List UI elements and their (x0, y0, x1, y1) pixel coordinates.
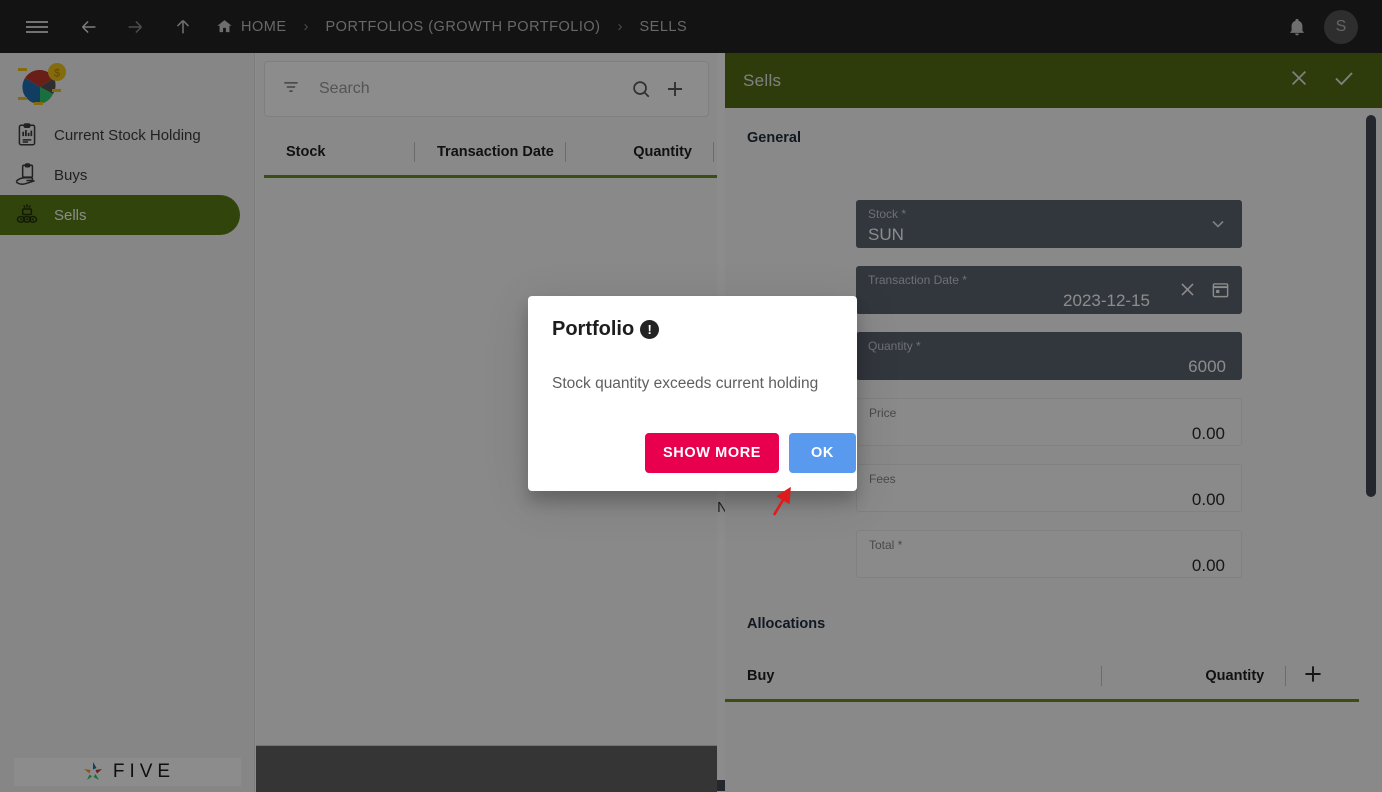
red-arrow-pointer (772, 486, 791, 516)
dialog-actions: SHOW MORE OK (645, 433, 857, 473)
ok-button-label: OK (811, 445, 834, 461)
show-more-button[interactable]: SHOW MORE (645, 433, 780, 473)
dialog-title: Portfolio (552, 318, 635, 340)
exclamation-icon: ! (640, 320, 660, 339)
dialog-message: Stock quantity exceeds current holding (552, 375, 819, 392)
portfolio-alert-dialog: Portfolio ! Stock quantity exceeds curre… (528, 296, 857, 491)
ok-button[interactable]: OK (789, 433, 856, 473)
app-root: HOME › PORTFOLIOS (GROWTH PORTFOLIO) › S… (0, 0, 1382, 792)
dialog-title-row: Portfolio ! (528, 296, 857, 341)
